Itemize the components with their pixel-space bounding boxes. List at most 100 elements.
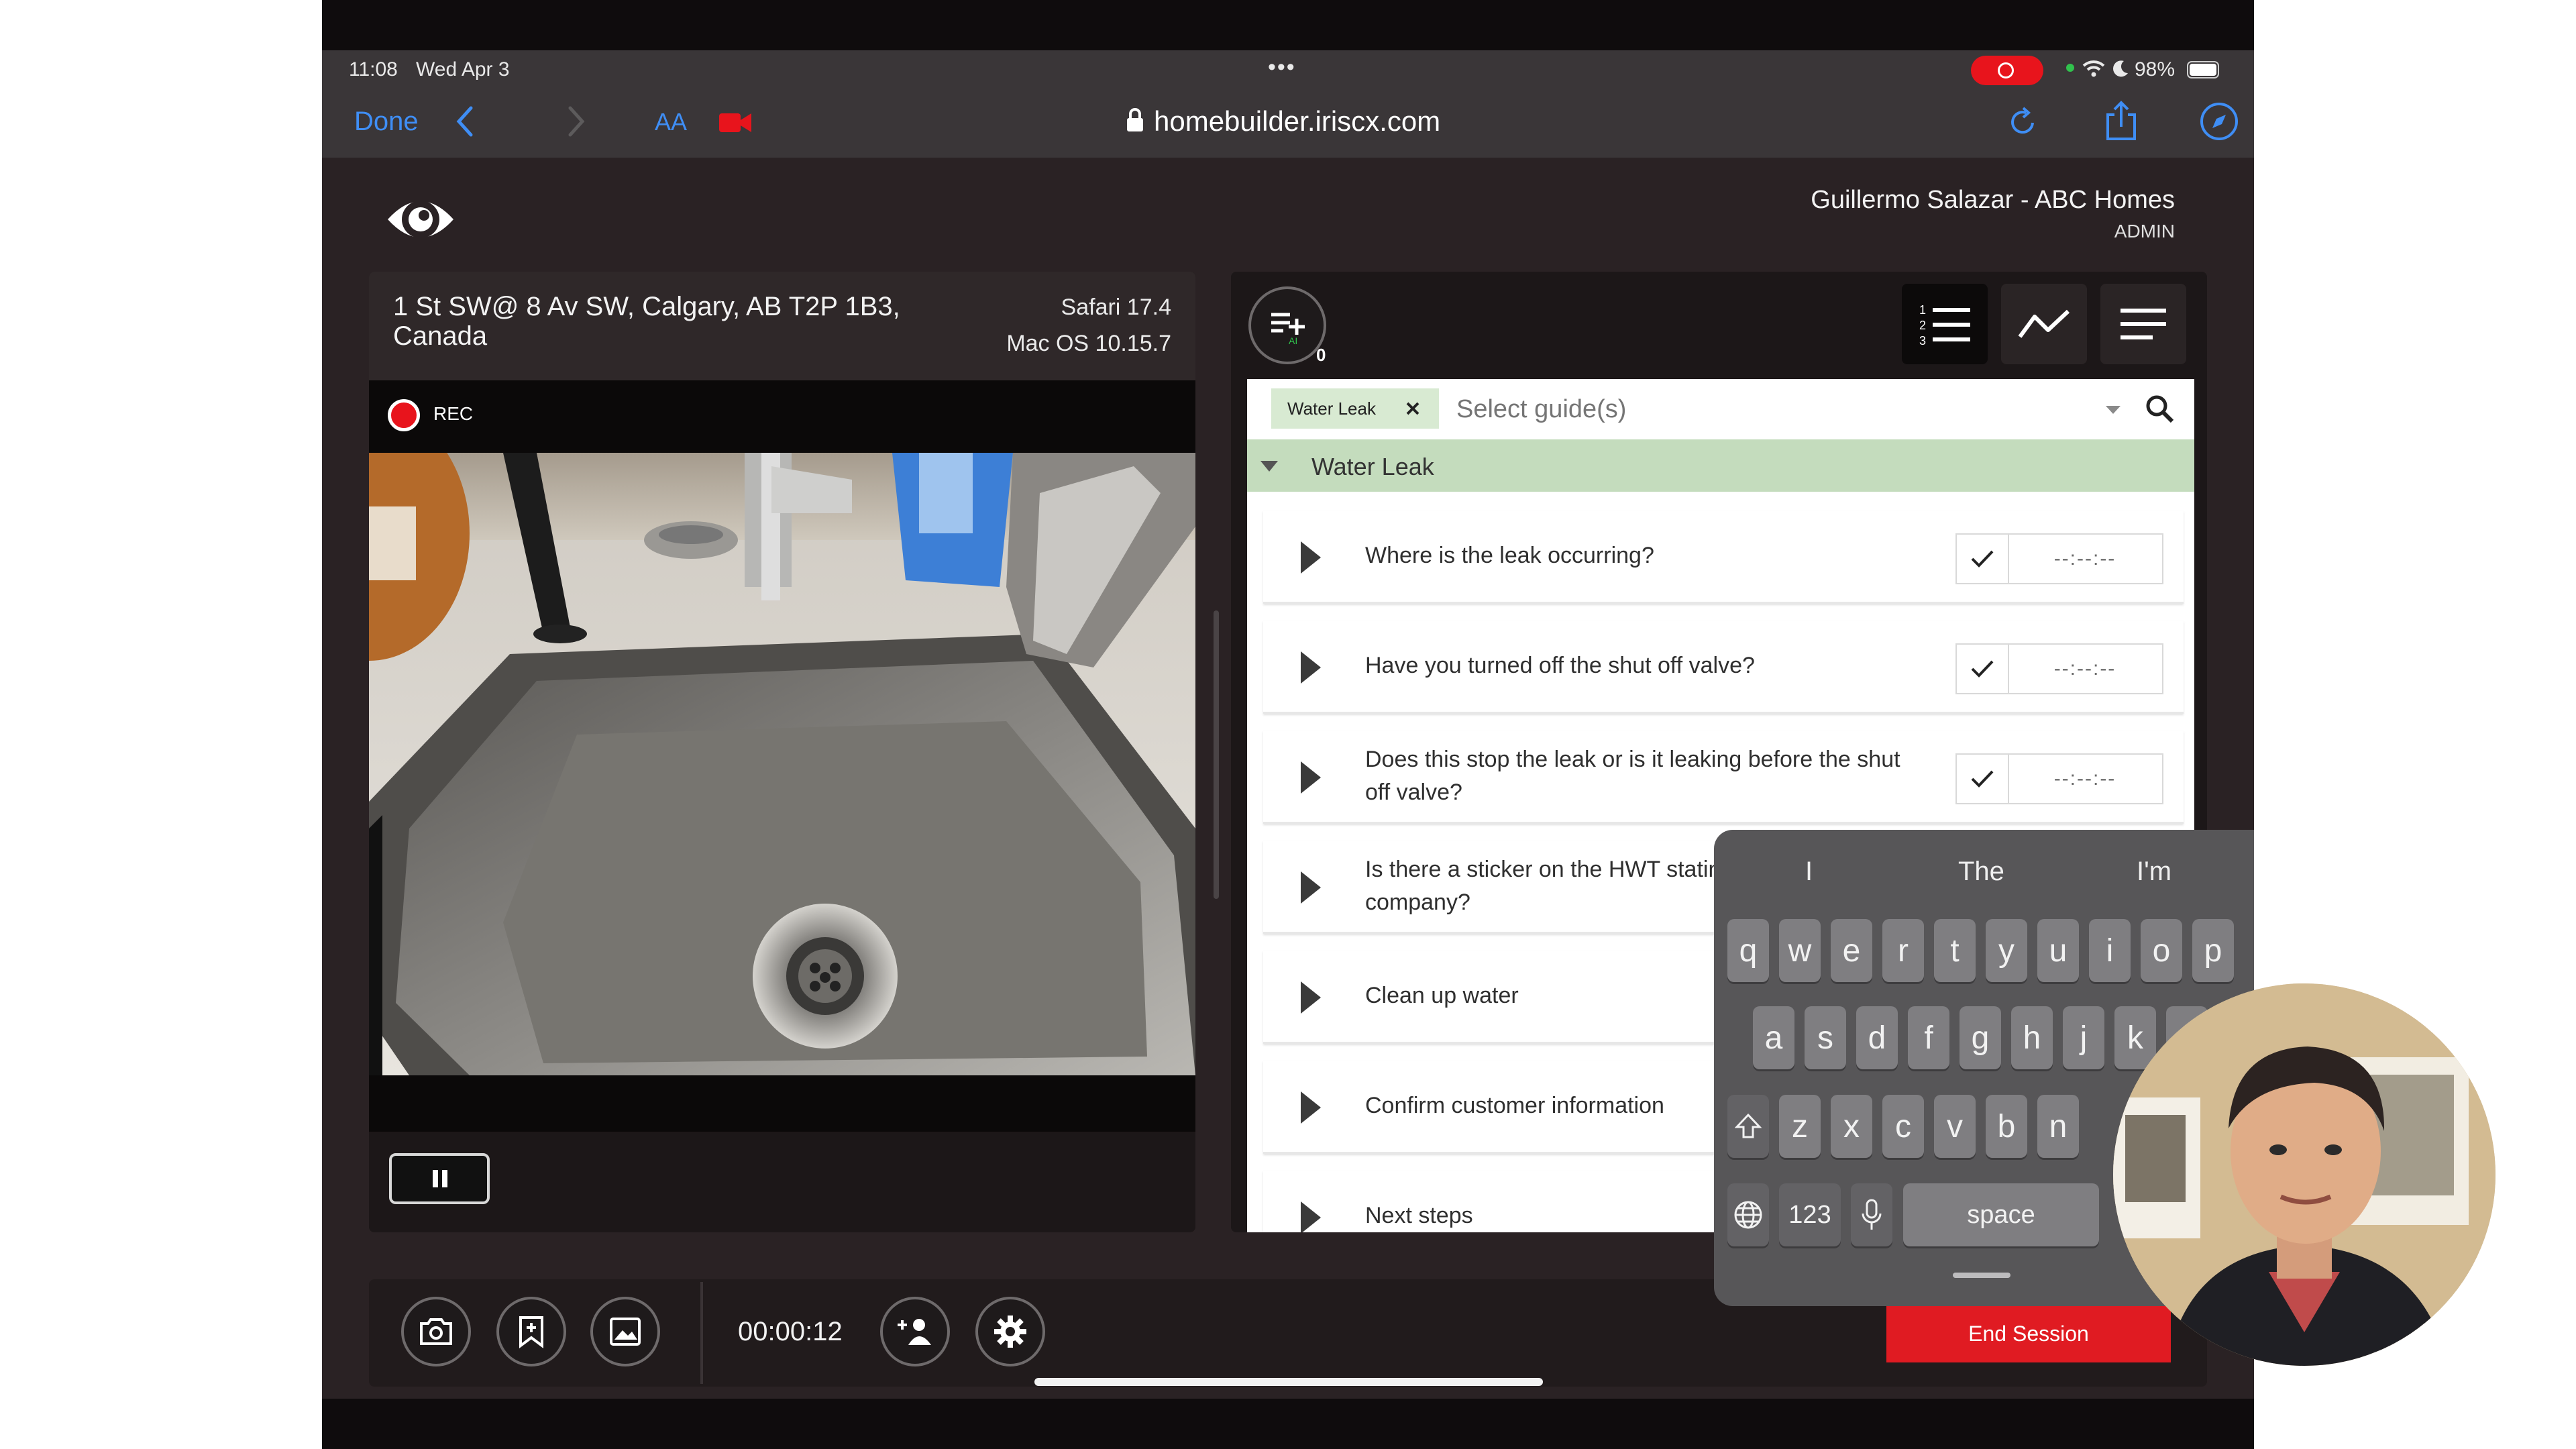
status-time: 11:08	[349, 58, 398, 80]
share-icon[interactable]	[2102, 100, 2140, 143]
camera-switch-icon	[420, 1318, 452, 1345]
key[interactable]: n	[2037, 1095, 2079, 1158]
step-time-field[interactable]: --:--:--	[2008, 643, 2163, 694]
multitask-dots[interactable]: •••	[1268, 54, 1296, 80]
back-icon[interactable]	[455, 105, 475, 138]
notes-view-button[interactable]	[2100, 284, 2186, 364]
expand-arrow-icon[interactable]	[1301, 1201, 1321, 1232]
analytics-view-button[interactable]	[2001, 284, 2087, 364]
key[interactable]: r	[1882, 919, 1924, 982]
guide-step-row[interactable]: Where is the leak occurring? --:--:--	[1263, 511, 2184, 604]
key[interactable]: c	[1882, 1095, 1924, 1158]
shift-key[interactable]	[1727, 1095, 1769, 1158]
user-name[interactable]: Guillermo Salazar - ABC Homes	[1811, 186, 2175, 215]
text-size-button[interactable]: AA	[655, 108, 687, 136]
step-time-field[interactable]: --:--:--	[2008, 533, 2163, 584]
key[interactable]: g	[1960, 1006, 2001, 1069]
key[interactable]: s	[1805, 1006, 1846, 1069]
session-timer: 00:00:12	[738, 1317, 843, 1346]
end-session-button[interactable]: End Session	[1886, 1305, 2171, 1362]
expand-arrow-icon[interactable]	[1301, 871, 1321, 904]
section-title: Water Leak	[1311, 453, 1434, 480]
iris-logo-icon[interactable]	[384, 186, 458, 253]
expand-arrow-icon[interactable]	[1301, 651, 1321, 684]
expand-arrow-icon[interactable]	[1301, 981, 1321, 1014]
add-user-icon	[898, 1319, 931, 1345]
collapse-caret-icon[interactable]	[1259, 460, 1279, 473]
screenshot-button[interactable]	[401, 1297, 471, 1366]
key[interactable]: p	[2192, 919, 2234, 982]
user-role: ADMIN	[2114, 221, 2175, 241]
key[interactable]: j	[2063, 1006, 2104, 1069]
key[interactable]: f	[1908, 1006, 1949, 1069]
key[interactable]: d	[1856, 1006, 1898, 1069]
compass-icon[interactable]	[2199, 101, 2239, 142]
step-time-field[interactable]: --:--:--	[2008, 753, 2163, 804]
section-header[interactable]: Water Leak	[1247, 439, 2194, 492]
gallery-button[interactable]	[590, 1297, 660, 1366]
settings-button[interactable]	[975, 1297, 1045, 1366]
guides-list-view-button[interactable]: 1 2 3	[1902, 284, 1988, 364]
guide-question: Have you turned off the shut off valve?	[1365, 653, 1755, 679]
key[interactable]: y	[1986, 919, 2027, 982]
screen-recording-indicator[interactable]	[1971, 56, 2043, 85]
suggestion-1[interactable]: I	[1805, 857, 1813, 887]
forward-icon[interactable]	[566, 105, 586, 138]
panel-divider-handle[interactable]	[1214, 610, 1219, 899]
complete-check-button[interactable]	[1955, 643, 2009, 694]
ai-add-guide-button[interactable]: AI	[1248, 286, 1326, 364]
reload-icon[interactable]	[2006, 104, 2041, 142]
key[interactable]: u	[2037, 919, 2079, 982]
dropdown-arrow-icon[interactable]	[2104, 405, 2122, 415]
key[interactable]: w	[1779, 919, 1821, 982]
key[interactable]: e	[1831, 919, 1872, 982]
done-button[interactable]: Done	[354, 107, 419, 137]
key[interactable]: t	[1934, 919, 1976, 982]
live-video-feed[interactable]	[369, 453, 1195, 1075]
key[interactable]: v	[1934, 1095, 1976, 1158]
search-icon[interactable]	[2145, 394, 2174, 423]
shift-icon	[1735, 1113, 1762, 1138]
key[interactable]: x	[1831, 1095, 1872, 1158]
key[interactable]: z	[1779, 1095, 1821, 1158]
bookmark-icon	[519, 1316, 543, 1348]
gear-icon	[994, 1316, 1026, 1348]
remove-tag-icon[interactable]	[1405, 401, 1420, 416]
guide-search-input[interactable]	[1455, 388, 2061, 430]
key[interactable]: b	[1986, 1095, 2027, 1158]
url-field[interactable]: homebuilder.iriscx.com	[1154, 105, 1440, 138]
key[interactable]: a	[1753, 1006, 1794, 1069]
complete-check-button[interactable]	[1955, 753, 2009, 804]
record-indicator-icon	[388, 399, 420, 431]
guide-step-row[interactable]: Have you turned off the shut off valve? …	[1263, 621, 2184, 714]
home-indicator[interactable]	[1034, 1378, 1543, 1386]
suggestion-3[interactable]: I'm	[2137, 857, 2171, 887]
video-camera-icon[interactable]	[718, 111, 753, 135]
pause-button[interactable]	[389, 1153, 490, 1204]
key[interactable]: i	[2089, 919, 2131, 982]
guide-step-row[interactable]: Does this stop the leak or is it leaking…	[1263, 731, 2184, 824]
key[interactable]: h	[2011, 1006, 2053, 1069]
browser-version: Safari 17.4	[1061, 294, 1171, 320]
expand-arrow-icon[interactable]	[1301, 761, 1321, 794]
key[interactable]: o	[2141, 919, 2182, 982]
globe-key[interactable]	[1727, 1183, 1769, 1246]
pause-icon	[433, 1170, 438, 1187]
key[interactable]: q	[1727, 919, 1769, 982]
space-key[interactable]: space	[1903, 1183, 2099, 1246]
presenter-video-image	[2113, 983, 2496, 1366]
bookmark-button[interactable]	[496, 1297, 566, 1366]
suggestion-2[interactable]: The	[1958, 857, 2004, 887]
numbers-key[interactable]: 123	[1779, 1183, 1841, 1246]
ai-count: 0	[1316, 345, 1326, 365]
complete-check-button[interactable]	[1955, 533, 2009, 584]
expand-arrow-icon[interactable]	[1301, 1091, 1321, 1124]
expand-arrow-icon[interactable]	[1301, 541, 1321, 574]
invite-participant-button[interactable]	[880, 1297, 950, 1366]
key[interactable]: k	[2114, 1006, 2156, 1069]
rec-bar: REC	[369, 380, 1195, 453]
keyboard-grabber[interactable]	[1953, 1273, 2010, 1278]
dictation-key[interactable]	[1851, 1183, 1892, 1246]
guide-question: Where is the leak occurring?	[1365, 543, 1654, 569]
safari-toolbar: Done AA homebuilder.iriscx.com	[322, 91, 2254, 158]
